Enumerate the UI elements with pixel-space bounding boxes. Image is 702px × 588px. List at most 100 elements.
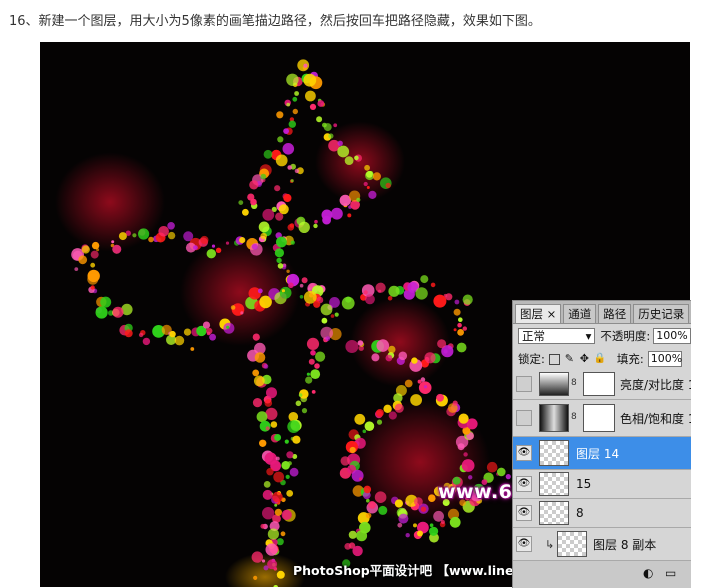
bokeh-dot xyxy=(486,461,498,473)
bokeh-dot xyxy=(294,168,300,174)
bokeh-dot xyxy=(270,421,278,428)
bokeh-dot xyxy=(112,306,124,318)
bokeh-dot xyxy=(158,226,169,237)
layer-row[interactable]: 👁 ↳ 图层 8 副本 xyxy=(513,528,691,561)
bokeh-dot xyxy=(193,245,198,251)
bokeh-dot xyxy=(330,314,335,318)
eye-icon[interactable]: 👁 xyxy=(516,536,532,552)
bokeh-dot xyxy=(206,327,213,335)
bokeh-dot xyxy=(267,528,279,540)
bokeh-dot xyxy=(388,411,397,420)
bokeh-dot xyxy=(305,90,316,102)
bokeh-dot xyxy=(463,452,468,457)
blend-mode-select[interactable]: 正常 ▾ xyxy=(518,328,596,344)
layer-name: 图层 14 xyxy=(576,447,620,461)
bokeh-dot xyxy=(112,244,122,254)
blend-row: 正常 ▾ 不透明度: 100% xyxy=(513,324,691,348)
bokeh-dot xyxy=(226,325,230,329)
layer-thumb xyxy=(539,440,569,466)
bokeh-dot xyxy=(314,363,320,369)
bokeh-dot xyxy=(387,295,393,301)
bokeh-dot xyxy=(263,481,271,488)
bokeh-dot xyxy=(317,100,325,107)
bokeh-dot xyxy=(274,508,282,516)
visibility-toggle[interactable] xyxy=(516,376,532,392)
layer-row[interactable]: 👁 8 xyxy=(513,499,691,528)
bokeh-dot xyxy=(279,286,292,299)
bokeh-dot xyxy=(292,108,298,115)
bokeh-dot xyxy=(111,240,115,244)
bokeh-dot xyxy=(334,312,339,317)
bokeh-dot xyxy=(307,287,311,291)
bokeh-dot xyxy=(383,404,392,413)
bokeh-dot xyxy=(452,400,458,406)
bokeh-dot xyxy=(286,73,299,86)
bokeh-dot xyxy=(259,420,271,432)
bokeh-dot xyxy=(354,413,366,425)
bokeh-dot xyxy=(286,451,294,459)
fill-field[interactable]: 100% xyxy=(647,351,682,367)
panel-footer: ◐ ▭ xyxy=(513,561,691,588)
bokeh-dot xyxy=(238,200,244,206)
bokeh-dot xyxy=(276,570,285,579)
bokeh-dot xyxy=(100,296,112,308)
bokeh-dot xyxy=(274,248,284,258)
eye-icon[interactable]: 👁 xyxy=(516,505,532,521)
bokeh-dot xyxy=(274,185,281,192)
bokeh-dot xyxy=(262,489,273,500)
bokeh-dot xyxy=(363,290,368,295)
bokeh-dot xyxy=(308,358,315,365)
bokeh-dot xyxy=(299,283,304,288)
bokeh-dot xyxy=(362,429,367,434)
bokeh-dot xyxy=(468,475,473,480)
tab-paths[interactable]: 路径 xyxy=(598,304,632,323)
tab-channels[interactable]: 通道 xyxy=(563,304,597,323)
bokeh-dot xyxy=(95,306,108,319)
bokeh-dot xyxy=(265,543,278,556)
bokeh-dot xyxy=(364,421,375,432)
bokeh-dot xyxy=(274,503,278,507)
layer-row-selected[interactable]: 👁 图层 14 xyxy=(513,437,691,470)
layer-thumb xyxy=(539,472,569,496)
bokeh-dot xyxy=(254,352,266,363)
eye-icon[interactable]: 👁 xyxy=(516,445,532,461)
bokeh-dot xyxy=(132,233,137,238)
bokeh-dot xyxy=(306,337,320,350)
bokeh-dot xyxy=(505,474,511,480)
bokeh-dot xyxy=(404,379,413,388)
lock-transparency-icon[interactable] xyxy=(548,353,560,365)
bokeh-dot xyxy=(453,308,461,316)
visibility-toggle[interactable] xyxy=(516,410,532,426)
lock-move-icon[interactable]: ✥ xyxy=(579,353,590,365)
adjustment-thumb-icon xyxy=(539,372,569,396)
layer-name: 图层 8 副本 xyxy=(593,538,657,552)
layer-name: 色相/饱和度 1 xyxy=(620,412,691,426)
tab-history[interactable]: 历史记录 xyxy=(633,304,690,323)
bokeh-dot xyxy=(368,190,377,199)
layers-panel: 图层 × 通道 路径 历史记录 动 正常 ▾ 不透明度: 100% 锁定: ✎ … xyxy=(512,300,691,588)
bokeh-dot xyxy=(423,385,428,389)
bokeh-dot xyxy=(287,420,301,433)
bokeh-dot xyxy=(429,523,434,527)
blend-mode-value: 正常 xyxy=(522,329,545,343)
bokeh-dot xyxy=(286,102,291,107)
eye-icon[interactable]: 👁 xyxy=(516,476,532,492)
bokeh-dot xyxy=(461,459,475,472)
bokeh-dot xyxy=(90,285,95,290)
folder-icon[interactable]: ▭ xyxy=(665,566,676,580)
link-icon: 8 xyxy=(571,412,577,422)
layer-row[interactable]: 8 色相/饱和度 1 xyxy=(513,400,691,437)
lock-brush-icon[interactable]: ✎ xyxy=(564,353,575,365)
tab-layers[interactable]: 图层 × xyxy=(515,304,562,323)
bokeh-dot xyxy=(261,559,266,563)
bokeh-dot xyxy=(313,300,321,308)
layer-row[interactable]: 8 亮度/对比度 1 xyxy=(513,369,691,400)
opacity-field[interactable]: 100% xyxy=(653,328,691,344)
bokeh-dot xyxy=(440,520,445,524)
layer-row[interactable]: 👁 15 xyxy=(513,470,691,499)
bokeh-dot xyxy=(250,198,257,206)
lock-all-icon[interactable]: 🔒 xyxy=(594,353,606,365)
adjustment-layer-icon[interactable]: ◐ xyxy=(643,566,653,580)
bokeh-dot xyxy=(458,413,469,424)
layer-mask-thumb xyxy=(583,404,615,432)
